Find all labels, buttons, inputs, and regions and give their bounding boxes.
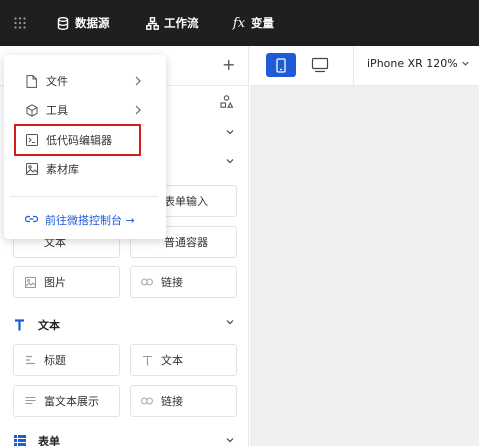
image-label: 图片 [44, 276, 66, 289]
image-icon [24, 276, 36, 288]
datasource-menu[interactable]: 数据源 [56, 0, 110, 46]
heading-component[interactable]: 标题 [13, 344, 120, 376]
variables-label: 变量 [251, 16, 274, 30]
text-icon [141, 354, 153, 366]
datasource-label: 数据源 [75, 16, 110, 30]
text-section-icon [14, 319, 26, 331]
desktop-view-icon[interactable] [311, 57, 329, 73]
chevron-down-icon[interactable] [225, 127, 235, 137]
heading-icon [24, 354, 36, 366]
menu-item-tools[interactable]: 工具 [4, 96, 166, 124]
menu-item-label: 素材库 [46, 163, 79, 176]
image-component[interactable]: 图片 [13, 266, 120, 298]
link-label: 链接 [161, 276, 183, 289]
device-select[interactable]: iPhone XR 120% [367, 57, 470, 70]
text-component[interactable]: 文本 [130, 344, 237, 376]
link-chain-icon [25, 214, 38, 227]
add-button[interactable]: + [222, 55, 235, 75]
top-bar: 数据源 工作流 fx 变量 [0, 0, 479, 46]
menu-item-asset-library[interactable]: 素材库 [4, 155, 166, 183]
workflow-icon [145, 16, 159, 30]
form-section-title: 表单 [38, 435, 60, 446]
form-section-header[interactable]: 表单 [14, 433, 60, 446]
image-icon [25, 163, 38, 176]
variables-menu[interactable]: fx 变量 [232, 0, 274, 46]
shapes-icon[interactable] [220, 95, 233, 108]
phone-icon [276, 57, 286, 73]
function-icon: fx [232, 15, 246, 31]
chevron-down-icon[interactable] [225, 317, 235, 327]
menu-item-label: 文件 [46, 75, 68, 88]
text-section-header[interactable]: 文本 [14, 317, 60, 333]
container-label: 普通容器 [164, 236, 208, 249]
text-label: 文本 [161, 354, 183, 367]
highlight-box [14, 124, 141, 156]
link-component[interactable]: 链接 [130, 266, 237, 298]
link-icon [141, 276, 153, 288]
toolbar-divider [353, 46, 354, 86]
workflow-menu[interactable]: 工作流 [145, 0, 199, 46]
chevron-down-icon [462, 61, 469, 66]
chevron-right-icon [135, 76, 141, 86]
cube-icon [25, 103, 38, 117]
heading-label: 标题 [44, 354, 66, 367]
rich-text-icon [24, 395, 36, 407]
rich-text-label: 富文本展示 [44, 395, 99, 408]
chevron-right-icon [135, 105, 141, 115]
form-section-icon [14, 435, 26, 446]
text-section-title: 文本 [38, 319, 60, 332]
popup-divider [10, 196, 158, 197]
menu-item-file[interactable]: 文件 [4, 67, 166, 95]
menu-item-label: 工具 [46, 104, 68, 117]
workflow-label: 工作流 [164, 16, 199, 30]
database-icon [56, 16, 70, 30]
mobile-view-button[interactable] [266, 53, 296, 77]
file-icon [25, 74, 38, 88]
form-input-label: 表单输入 [164, 195, 208, 208]
console-link-label: 前往微搭控制台 → [45, 214, 135, 227]
link-text-component[interactable]: 链接 [130, 385, 237, 417]
design-canvas[interactable] [250, 86, 479, 446]
rich-text-component[interactable]: 富文本展示 [13, 385, 120, 417]
link-text-label: 链接 [161, 395, 183, 408]
link-icon [141, 395, 153, 407]
chevron-down-icon[interactable] [225, 435, 235, 445]
device-select-label: iPhone XR 120% [367, 57, 458, 70]
app-grid-icon[interactable] [14, 17, 26, 29]
console-link[interactable]: 前往微搭控制台 → [25, 212, 135, 228]
chevron-down-icon[interactable] [225, 156, 235, 166]
